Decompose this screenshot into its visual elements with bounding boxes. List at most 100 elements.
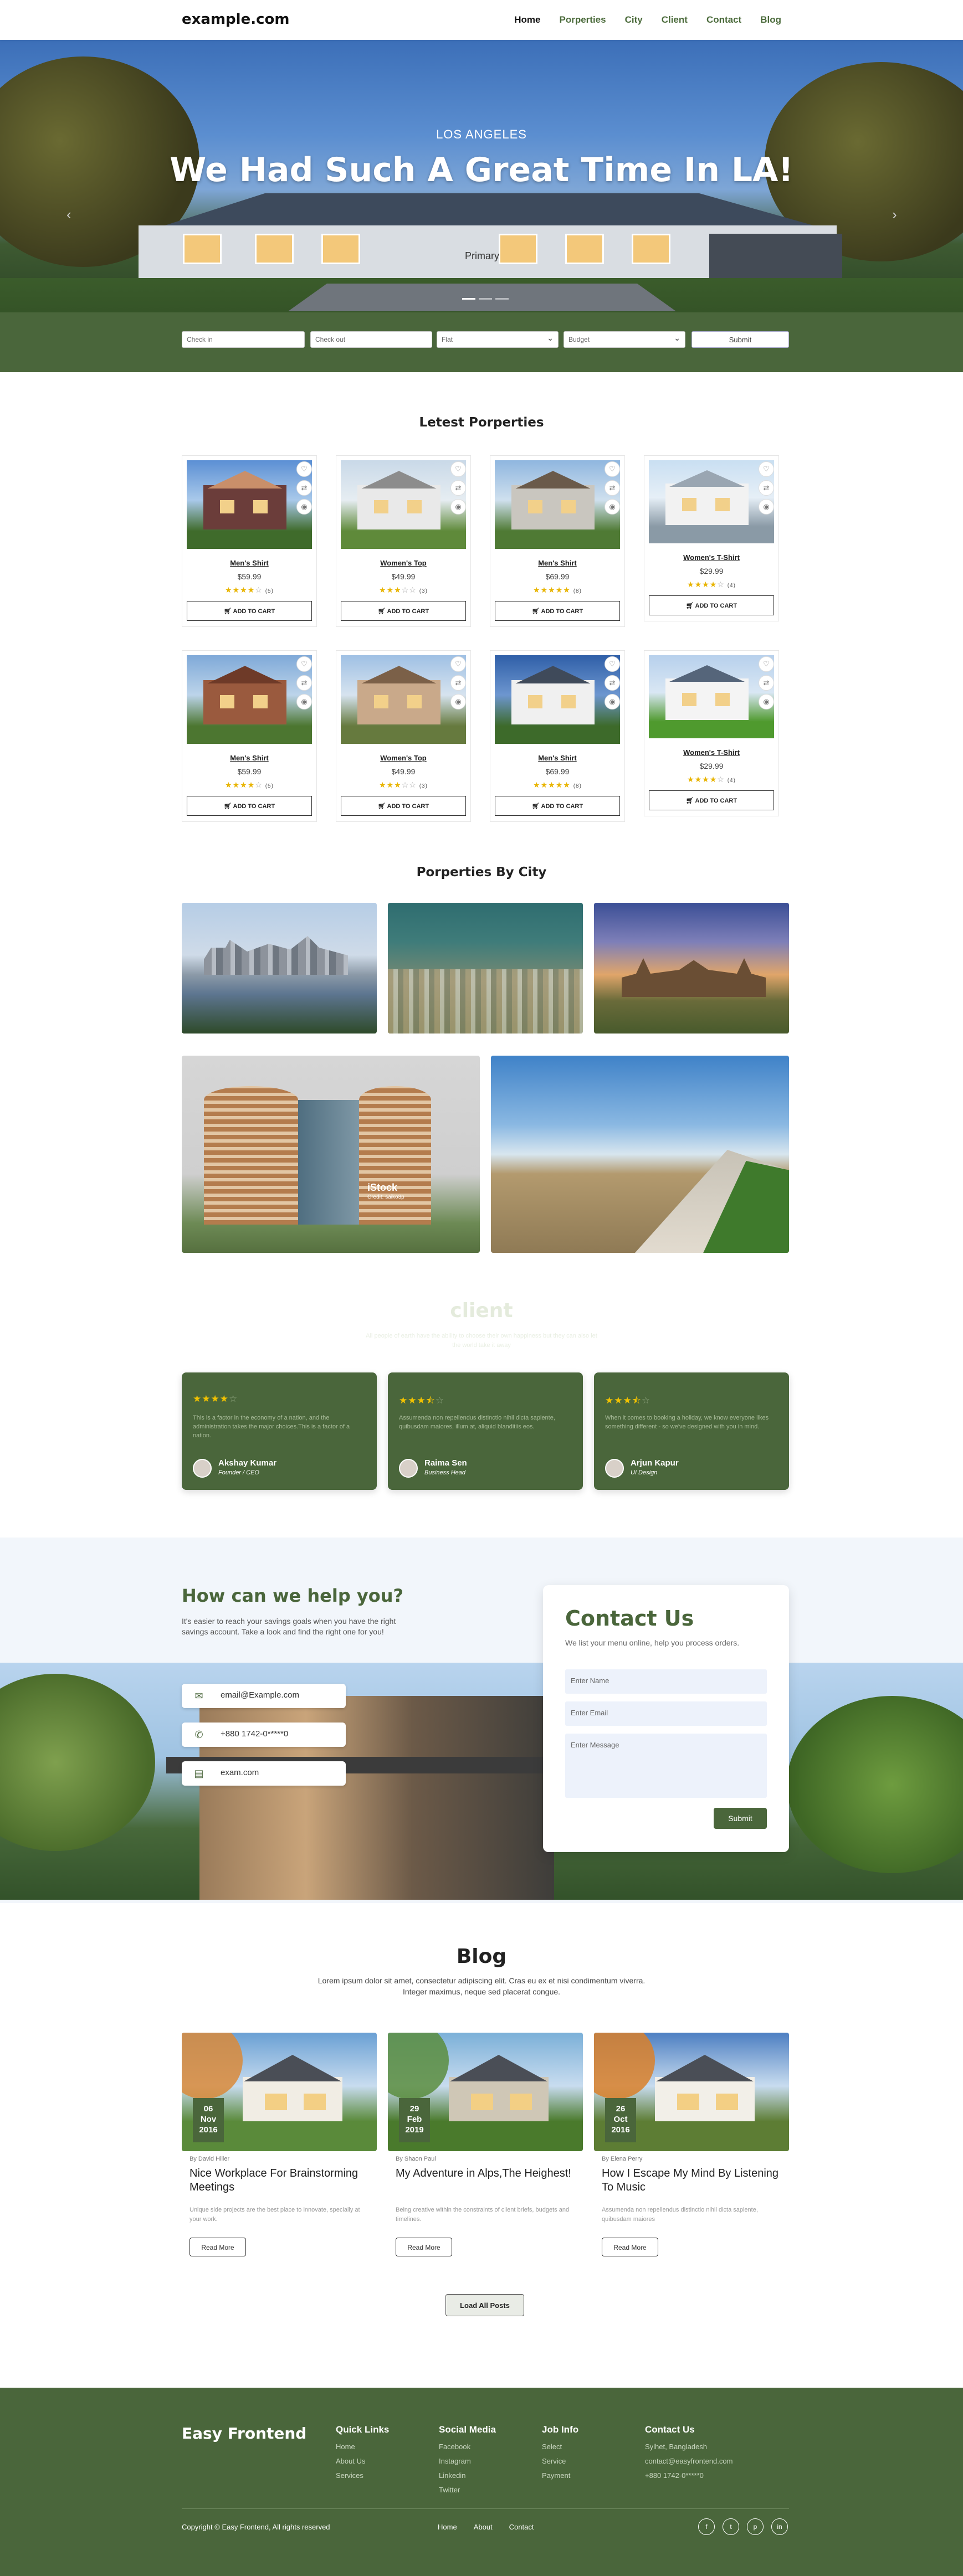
twitter-icon[interactable]: t bbox=[723, 2518, 739, 2535]
eye-icon[interactable]: ◉ bbox=[759, 694, 774, 709]
add-to-cart-button[interactable]: 🛒︎ ADD TO CART bbox=[341, 601, 466, 621]
blog-post-title[interactable]: Nice Workplace For Brainstorming Meeting… bbox=[189, 2167, 369, 2194]
eye-icon[interactable]: ◉ bbox=[296, 694, 312, 709]
property-card[interactable]: ♡ ⇄ ◉ Women's T-Shirt $29.99 ★★★★☆ (4) 🛒… bbox=[644, 455, 779, 621]
shuffle-icon[interactable]: ⇄ bbox=[450, 675, 466, 691]
add-to-cart-button[interactable]: 🛒︎ ADD TO CART bbox=[187, 601, 312, 621]
footer-brand[interactable]: Easy Frontend bbox=[182, 2424, 306, 2443]
footer-link[interactable]: +880 1742-0*****0 bbox=[645, 2469, 733, 2483]
indicator-3[interactable] bbox=[495, 298, 509, 300]
read-more-button[interactable]: Read More bbox=[396, 2238, 452, 2256]
property-name[interactable]: Men's Shirt bbox=[182, 559, 316, 567]
property-name[interactable]: Women's T-Shirt bbox=[644, 553, 778, 562]
facebook-icon[interactable]: f bbox=[698, 2518, 715, 2535]
nav-home[interactable]: Home bbox=[514, 14, 540, 25]
property-card[interactable]: ♡ ⇄ ◉ Women's Top $49.99 ★★★☆☆ (3) 🛒︎ AD… bbox=[336, 455, 471, 627]
heart-icon[interactable]: ♡ bbox=[605, 656, 620, 672]
nav-properties[interactable]: Porperties bbox=[559, 14, 606, 25]
footer-link[interactable]: Home bbox=[336, 2440, 389, 2454]
city-photo-3[interactable] bbox=[594, 903, 789, 1034]
heart-icon[interactable]: ♡ bbox=[759, 656, 774, 672]
shuffle-icon[interactable]: ⇄ bbox=[296, 480, 312, 496]
footer-link[interactable]: Twitter bbox=[439, 2483, 496, 2497]
property-card[interactable]: ♡ ⇄ ◉ Men's Shirt $59.99 ★★★★☆ (5) 🛒︎ AD… bbox=[182, 650, 317, 822]
heart-icon[interactable]: ♡ bbox=[759, 461, 774, 477]
property-card[interactable]: ♡ ⇄ ◉ Men's Shirt $59.99 ★★★★☆ (5) 🛒︎ AD… bbox=[182, 455, 317, 627]
footer-link-about[interactable]: About bbox=[474, 2523, 493, 2531]
property-image[interactable] bbox=[341, 655, 466, 744]
footer-link[interactable]: Payment bbox=[542, 2469, 578, 2483]
property-image[interactable] bbox=[649, 655, 774, 738]
load-all-posts-button[interactable]: Load All Posts bbox=[445, 2294, 524, 2316]
read-more-button[interactable]: Read More bbox=[189, 2238, 246, 2256]
eye-icon[interactable]: ◉ bbox=[296, 499, 312, 515]
property-image[interactable] bbox=[187, 655, 312, 744]
indicator-1[interactable] bbox=[462, 298, 475, 300]
heart-icon[interactable]: ♡ bbox=[296, 656, 312, 672]
shuffle-icon[interactable]: ⇄ bbox=[605, 480, 620, 496]
property-image[interactable] bbox=[187, 460, 312, 549]
shuffle-icon[interactable]: ⇄ bbox=[450, 480, 466, 496]
property-name[interactable]: Women's T-Shirt bbox=[644, 748, 778, 757]
eye-icon[interactable]: ◉ bbox=[450, 694, 466, 709]
linkedin-icon[interactable]: in bbox=[771, 2518, 788, 2535]
eye-icon[interactable]: ◉ bbox=[605, 694, 620, 709]
footer-link[interactable]: Service bbox=[542, 2454, 578, 2469]
phone-info[interactable]: ✆ +880 1742-0*****0 bbox=[182, 1723, 346, 1747]
blog-post-title[interactable]: My Adventure in Alps,The Heighest! bbox=[396, 2167, 575, 2181]
add-to-cart-button[interactable]: 🛒︎ ADD TO CART bbox=[187, 796, 312, 816]
city-photo-1[interactable] bbox=[182, 903, 377, 1034]
add-to-cart-button[interactable]: 🛒︎ ADD TO CART bbox=[495, 796, 620, 816]
website-info[interactable]: ▤ exam.com bbox=[182, 1761, 346, 1786]
city-photo-5[interactable] bbox=[491, 1056, 789, 1253]
footer-link[interactable]: contact@easyfrontend.com bbox=[645, 2454, 733, 2469]
shuffle-icon[interactable]: ⇄ bbox=[759, 675, 774, 691]
property-image[interactable] bbox=[341, 460, 466, 549]
footer-link-contact[interactable]: Contact bbox=[509, 2523, 534, 2531]
shuffle-icon[interactable]: ⇄ bbox=[605, 675, 620, 691]
add-to-cart-button[interactable]: 🛒︎ ADD TO CART bbox=[341, 796, 466, 816]
footer-link[interactable]: Services bbox=[336, 2469, 389, 2483]
footer-link[interactable]: Sylhet, Bangladesh bbox=[645, 2440, 733, 2454]
property-card[interactable]: ♡ ⇄ ◉ Men's Shirt $69.99 ★★★★★ (8) 🛒︎ AD… bbox=[490, 650, 625, 822]
message-textarea[interactable]: Enter Message bbox=[565, 1734, 767, 1798]
eye-icon[interactable]: ◉ bbox=[759, 499, 774, 515]
heart-icon[interactable]: ♡ bbox=[605, 461, 620, 477]
blog-post-title[interactable]: How I Escape My Mind By Listening To Mus… bbox=[602, 2167, 781, 2194]
property-name[interactable]: Men's Shirt bbox=[490, 559, 624, 567]
city-photo-4[interactable]: iStock Credit: saiko3p bbox=[182, 1056, 480, 1253]
shuffle-icon[interactable]: ⇄ bbox=[296, 675, 312, 691]
property-image[interactable] bbox=[495, 655, 620, 744]
footer-link[interactable]: Instagram bbox=[439, 2454, 496, 2469]
nav-client[interactable]: Client bbox=[662, 14, 688, 25]
city-photo-2[interactable] bbox=[388, 903, 583, 1034]
search-submit-button[interactable]: Submit bbox=[691, 331, 789, 348]
footer-link[interactable]: Select bbox=[542, 2440, 578, 2454]
footer-link[interactable]: Linkedin bbox=[439, 2469, 496, 2483]
pinterest-icon[interactable]: p bbox=[747, 2518, 764, 2535]
add-to-cart-button[interactable]: 🛒︎ ADD TO CART bbox=[649, 790, 774, 810]
eye-icon[interactable]: ◉ bbox=[605, 499, 620, 515]
hero-primary-button[interactable]: Primary bbox=[454, 250, 510, 262]
name-input[interactable]: Enter Name bbox=[565, 1669, 767, 1694]
footer-link[interactable]: About Us bbox=[336, 2454, 389, 2469]
shuffle-icon[interactable]: ⇄ bbox=[759, 480, 774, 496]
nav-contact[interactable]: Contact bbox=[706, 14, 741, 25]
add-to-cart-button[interactable]: 🛒︎ ADD TO CART bbox=[495, 601, 620, 621]
property-image[interactable] bbox=[649, 460, 774, 543]
property-name[interactable]: Men's Shirt bbox=[490, 754, 624, 762]
property-name[interactable]: Women's Top bbox=[336, 754, 470, 762]
footer-link[interactable]: Facebook bbox=[439, 2440, 496, 2454]
carousel-next-icon[interactable]: › bbox=[892, 206, 897, 223]
footer-link-home[interactable]: Home bbox=[438, 2523, 457, 2531]
heart-icon[interactable]: ♡ bbox=[450, 656, 466, 672]
property-card[interactable]: ♡ ⇄ ◉ Men's Shirt $69.99 ★★★★★ (8) 🛒︎ AD… bbox=[490, 455, 625, 627]
brand-logo[interactable]: example.com bbox=[182, 11, 289, 28]
property-name[interactable]: Men's Shirt bbox=[182, 754, 316, 762]
property-name[interactable]: Women's Top bbox=[336, 559, 470, 567]
type-select[interactable]: Flat bbox=[437, 331, 559, 348]
nav-city[interactable]: City bbox=[625, 14, 643, 25]
eye-icon[interactable]: ◉ bbox=[450, 499, 466, 515]
nav-blog[interactable]: Blog bbox=[760, 14, 781, 25]
checkin-input[interactable]: Check in bbox=[182, 331, 305, 348]
